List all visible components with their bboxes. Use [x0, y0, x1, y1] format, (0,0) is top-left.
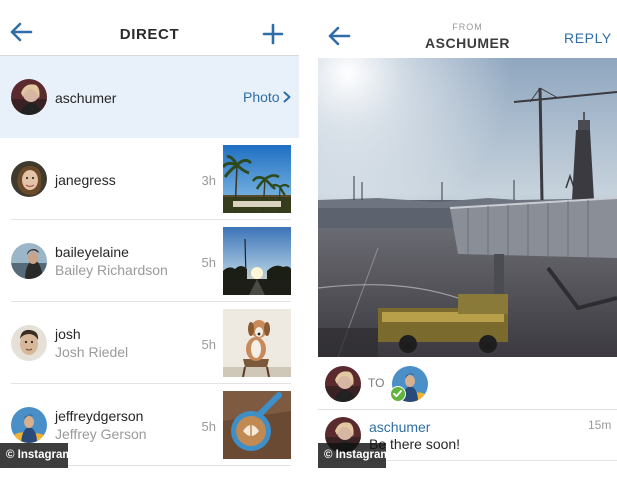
thread-thumbnail[interactable]	[223, 227, 291, 295]
avatar	[11, 243, 47, 279]
avatar	[11, 161, 47, 197]
thread-username: josh	[55, 326, 81, 342]
thread-username: janegress	[55, 172, 116, 188]
plus-icon[interactable]	[262, 23, 284, 45]
page-title: DIRECT	[119, 26, 180, 43]
thread-thumbnail[interactable]	[223, 391, 291, 459]
thread-time: 5h	[201, 255, 216, 270]
instagram-watermark: © Instagram	[318, 443, 391, 468]
direct-message-screen: FROM ASCHUMER REPLY TO aschumer 15m Be t…	[318, 0, 617, 485]
recipients-row: TO	[318, 357, 617, 409]
check-icon	[390, 386, 406, 402]
pane-gutter	[299, 0, 318, 485]
avatar	[11, 407, 47, 443]
thread-username: jeffreydgerson	[55, 408, 144, 424]
avatar[interactable]	[325, 366, 361, 402]
thread-username: aschumer	[55, 90, 117, 106]
thread-fullname: Josh Riedel	[55, 344, 129, 360]
thread-thumbnail[interactable]	[223, 309, 291, 377]
thread-fullname: Bailey Richardson	[55, 262, 168, 278]
thread-fullname: Jeffrey Gerson	[55, 426, 147, 442]
thread-thumbnail[interactable]	[223, 145, 291, 213]
instagram-watermark: © Instagram	[0, 443, 73, 468]
thread-username: baileyelaine	[55, 244, 129, 260]
chevron-right-icon	[283, 91, 291, 103]
comment-time: 15m	[588, 418, 612, 432]
inbox-header: DIRECT	[0, 0, 299, 56]
thread-row-josh[interactable]: josh Josh Riedel 5h	[0, 302, 299, 384]
thread-row-baileyelaine[interactable]: baileyelaine Bailey Richardson 5h	[0, 220, 299, 302]
comment-username[interactable]: aschumer	[369, 419, 430, 435]
thread-row-aschumer[interactable]: aschumer Photo	[0, 56, 299, 138]
photo-link[interactable]: Photo	[243, 89, 280, 105]
thread-time: 5h	[201, 419, 216, 434]
to-label: TO	[368, 376, 385, 390]
thread-row-janegress[interactable]: janegress 3h	[0, 138, 299, 220]
avatar	[11, 79, 47, 115]
direct-inbox-screen: DIRECT aschumer Photo janegress 3h baile…	[0, 0, 299, 485]
message-photo[interactable]	[318, 58, 617, 357]
avatar	[11, 325, 47, 361]
message-header: FROM ASCHUMER REPLY	[318, 0, 617, 58]
reply-button[interactable]: REPLY	[564, 30, 612, 46]
thread-time: 3h	[201, 173, 216, 188]
thread-time: 5h	[201, 337, 216, 352]
